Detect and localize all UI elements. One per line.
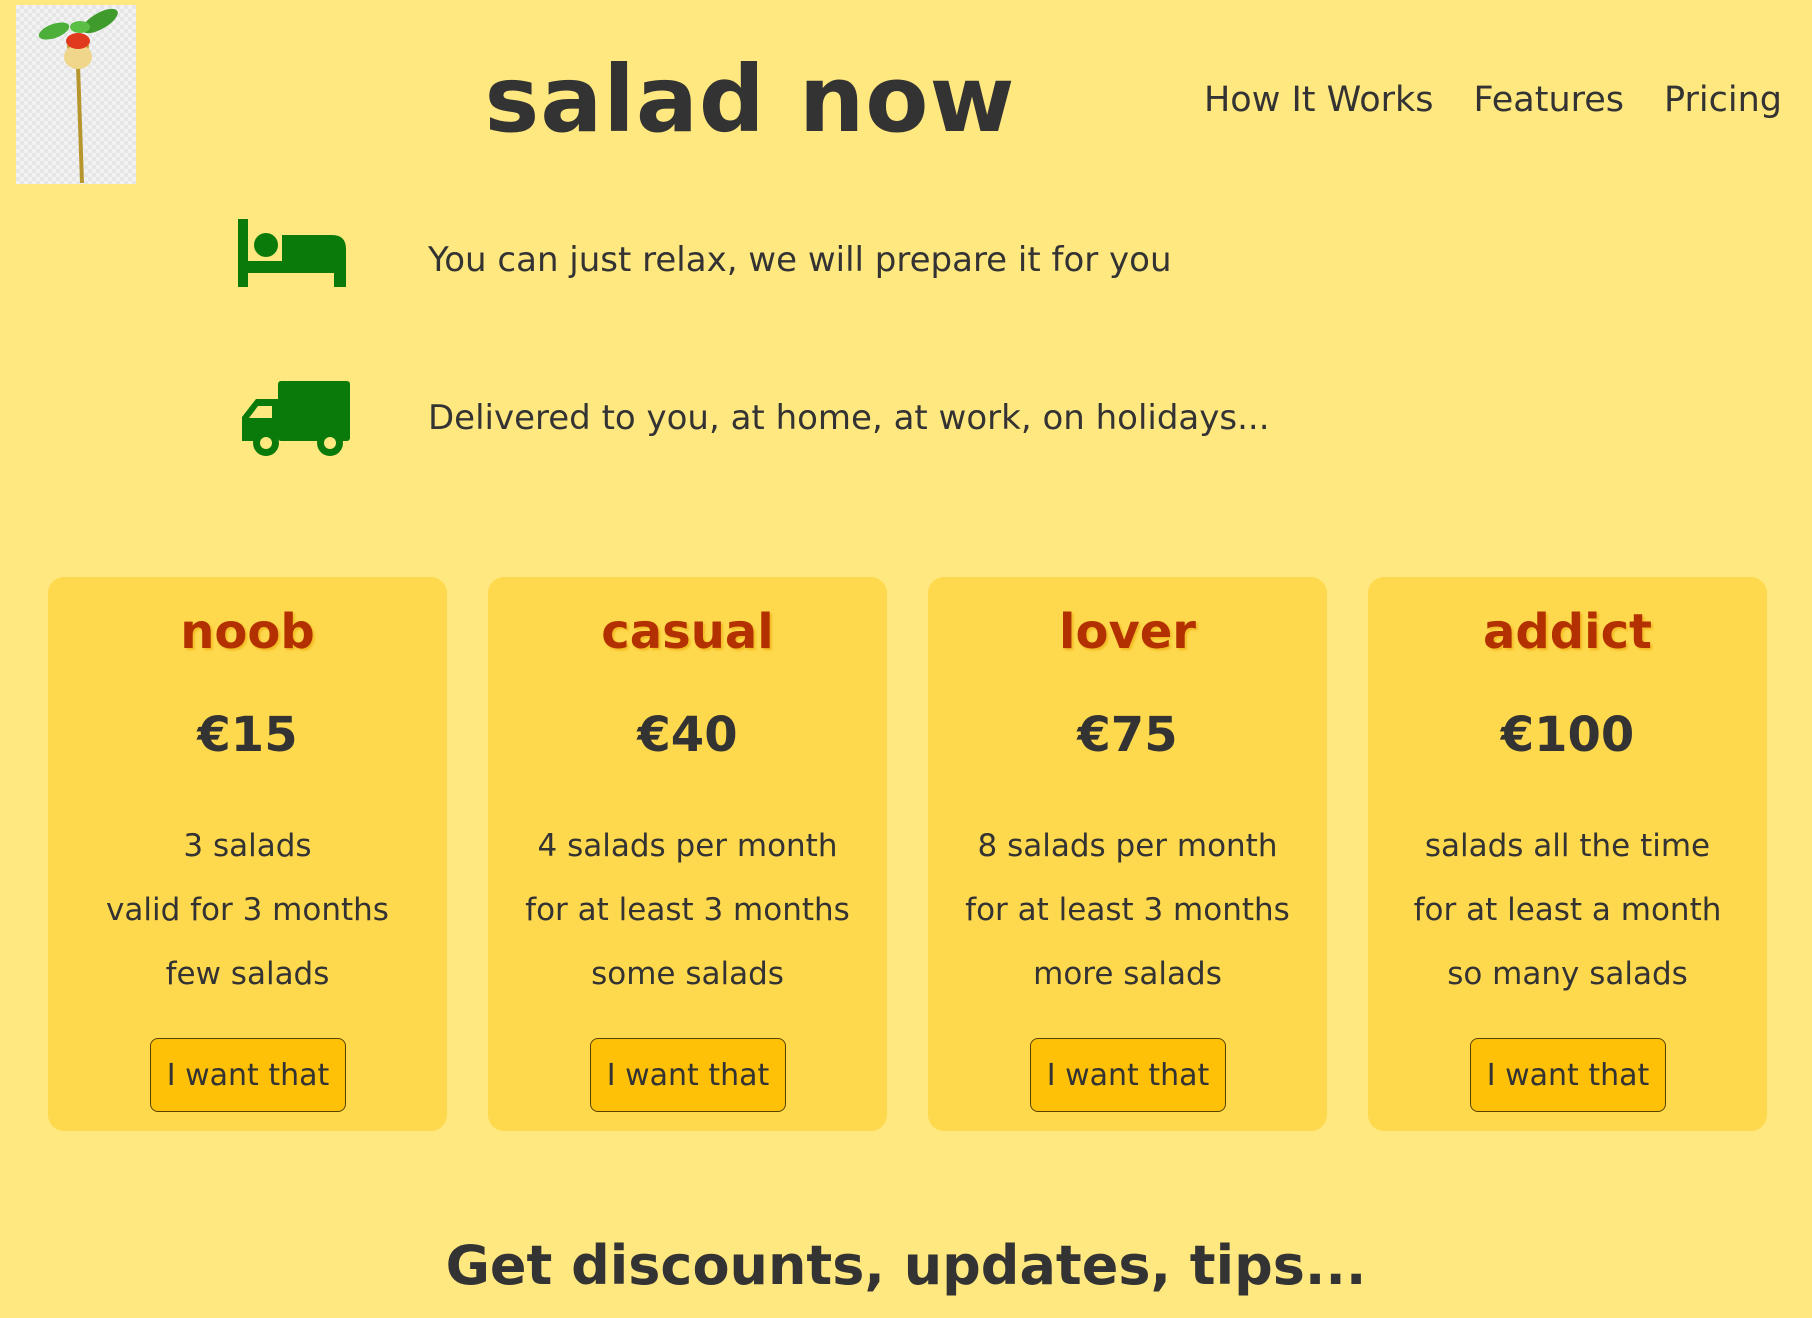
nav-features[interactable]: Features — [1474, 74, 1625, 126]
select-plan-lover-button[interactable]: I want that — [1030, 1038, 1226, 1112]
plan-price: €100 — [1500, 707, 1635, 763]
plan-name: casual — [601, 604, 774, 660]
feature-delivery-text: Delivered to you, at home, at work, on h… — [428, 398, 1270, 438]
plan-feature-list: salads all the time for at least a month… — [1368, 814, 1767, 1006]
feature-relax-text: You can just relax, we will prepare it f… — [428, 240, 1172, 280]
plan-feature-list: 3 salads valid for 3 months few salads — [48, 814, 447, 1006]
pasta-fork-icon — [38, 8, 118, 184]
plan-feature-list: 4 salads per month for at least 3 months… — [488, 814, 887, 1006]
bed-icon — [234, 205, 348, 293]
truck-icon — [234, 363, 354, 463]
logo[interactable] — [16, 5, 136, 184]
top-nav: How It Works Features Pricing — [1204, 74, 1782, 126]
select-plan-casual-button[interactable]: I want that — [590, 1038, 786, 1112]
nav-pricing[interactable]: Pricing — [1664, 74, 1782, 126]
plan-card-noob: noob €15 3 salads valid for 3 months few… — [48, 577, 447, 1131]
plan-feature: for at least 3 months — [525, 892, 850, 928]
plan-feature: for at least 3 months — [965, 892, 1290, 928]
signup-heading: Get discounts, updates, tips... — [445, 1234, 1367, 1297]
plan-feature: valid for 3 months — [106, 892, 389, 928]
plan-feature: 8 salads per month — [977, 828, 1278, 864]
plan-feature: 4 salads per month — [537, 828, 838, 864]
plan-card-casual: casual €40 4 salads per month for at lea… — [488, 577, 887, 1131]
plan-price: €15 — [197, 707, 298, 763]
plan-card-addict: addict €100 salads all the time for at l… — [1368, 577, 1767, 1131]
plan-feature-list: 8 salads per month for at least 3 months… — [928, 814, 1327, 1006]
plan-price: €75 — [1077, 707, 1178, 763]
plan-name: noob — [180, 604, 315, 660]
plan-feature: so many salads — [1447, 956, 1688, 992]
select-plan-addict-button[interactable]: I want that — [1470, 1038, 1666, 1112]
plan-card-lover: lover €75 8 salads per month for at leas… — [928, 577, 1327, 1131]
feature-delivery: Delivered to you, at home, at work, on h… — [0, 363, 1812, 473]
pricing-plans: noob €15 3 salads valid for 3 months few… — [48, 577, 1767, 1131]
plan-name: addict — [1483, 604, 1652, 660]
plan-feature: 3 salads — [183, 828, 312, 864]
nav-how-it-works[interactable]: How It Works — [1204, 74, 1434, 126]
plan-feature: some salads — [591, 956, 784, 992]
plan-price: €40 — [637, 707, 738, 763]
plan-feature: for at least a month — [1413, 892, 1722, 928]
plan-name: lover — [1059, 604, 1196, 660]
site-title: salad now — [484, 46, 1016, 153]
plan-feature: more salads — [1033, 956, 1222, 992]
plan-feature: salads all the time — [1424, 828, 1711, 864]
feature-relax: You can just relax, we will prepare it f… — [0, 205, 1812, 315]
plan-feature: few salads — [165, 956, 330, 992]
select-plan-noob-button[interactable]: I want that — [150, 1038, 346, 1112]
